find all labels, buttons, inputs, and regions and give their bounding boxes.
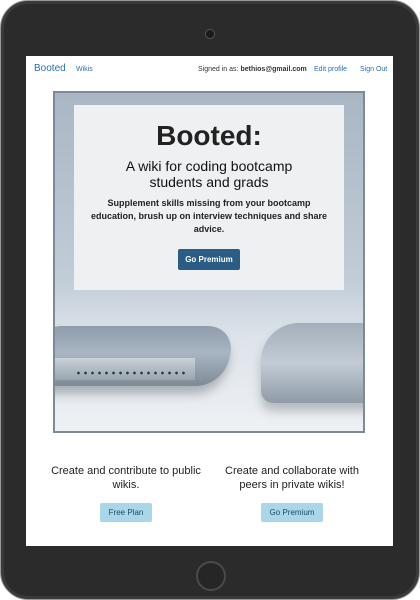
go-premium-button[interactable]: Go Premium bbox=[178, 249, 240, 270]
free-plan-button[interactable]: Free Plan bbox=[99, 503, 153, 522]
hero-card: Booted: A wiki for coding bootcamp stude… bbox=[74, 105, 344, 290]
camera-icon bbox=[205, 29, 215, 39]
phone-edge-image bbox=[55, 358, 195, 380]
brand-link[interactable]: Booted bbox=[34, 63, 66, 74]
signed-in-status: Signed in as: bethios@gmail.com bbox=[198, 66, 307, 73]
home-button[interactable] bbox=[196, 561, 226, 591]
free-plan-text: Create and contribute to public wikis. bbox=[51, 465, 201, 491]
premium-plan-text: Create and collaborate with peers in pri… bbox=[225, 465, 359, 491]
hero-banner: Booted: A wiki for coding bootcamp stude… bbox=[53, 91, 365, 433]
tablet-frame: Booted Wikis Signed in as: bethios@gmail… bbox=[0, 0, 420, 600]
wikis-link[interactable]: Wikis bbox=[76, 66, 93, 73]
edit-profile-link[interactable]: Edit profile bbox=[314, 66, 347, 73]
phone-speaker-image bbox=[75, 371, 185, 375]
laptop-image bbox=[261, 323, 363, 403]
sign-out-link[interactable]: Sign Out bbox=[360, 66, 387, 73]
free-plan-section: Create and contribute to public wikis. F… bbox=[46, 464, 206, 522]
hero-description: Supplement skills missing from your boot… bbox=[90, 198, 328, 234]
signed-in-label: Signed in as: bbox=[198, 66, 239, 73]
hero-title: Booted: bbox=[156, 120, 262, 151]
premium-plan-section: Create and collaborate with peers in pri… bbox=[212, 464, 372, 522]
hero-subtitle: A wiki for coding bootcamp students and … bbox=[125, 158, 293, 190]
premium-plan-button[interactable]: Go Premium bbox=[260, 503, 324, 522]
signed-in-email: bethios@gmail.com bbox=[240, 66, 307, 73]
navbar: Booted Wikis Signed in as: bethios@gmail… bbox=[26, 56, 393, 82]
screen: Booted Wikis Signed in as: bethios@gmail… bbox=[26, 56, 393, 546]
